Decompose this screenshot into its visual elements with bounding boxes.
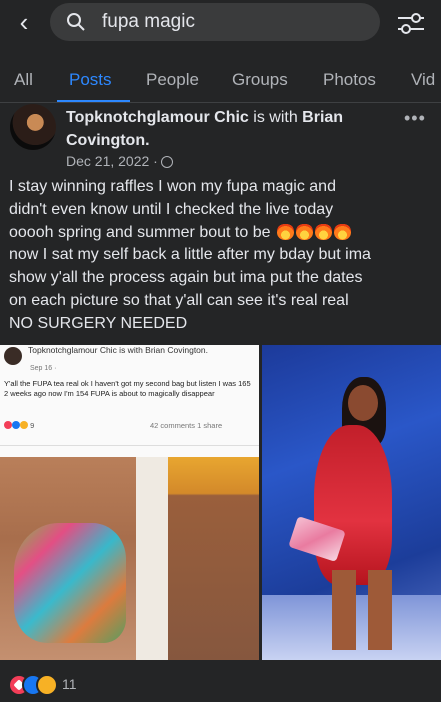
avatar[interactable] xyxy=(10,104,56,150)
fire-emoji-icon xyxy=(295,222,313,240)
embedded-date: Sep 16 · xyxy=(30,365,57,372)
embedded-post-screenshot: Topknotchglamour Chic is with Brian Covi… xyxy=(0,345,259,457)
after-photo xyxy=(168,457,259,660)
reaction-count: 11 xyxy=(62,676,77,692)
tab-people[interactable]: People xyxy=(146,70,199,90)
search-tabs: All Posts People Groups Photos Vid xyxy=(0,58,441,102)
tab-posts[interactable]: Posts xyxy=(69,70,112,90)
care-reaction-icon xyxy=(20,421,28,429)
search-bar[interactable]: fupa magic xyxy=(50,3,380,41)
author-name[interactable]: Topknotchglamour Chic xyxy=(66,109,249,126)
post-photo-right[interactable] xyxy=(262,345,441,660)
fire-emoji-icon xyxy=(314,222,332,240)
post-author-line: Topknotchglamour Chic is with Brian Covi… xyxy=(66,106,386,152)
search-query[interactable]: fupa magic xyxy=(102,11,195,33)
like-reaction-icon xyxy=(12,421,20,429)
tab-photos[interactable]: Photos xyxy=(323,70,376,90)
with-text: is with xyxy=(253,109,298,126)
embedded-reactions: 9 xyxy=(4,421,34,430)
embedded-react-count: 9 xyxy=(30,421,35,430)
post-date[interactable]: Dec 21, 2022 · xyxy=(66,153,173,169)
embedded-author: Topknotchglamour Chic is with Brian Covi… xyxy=(28,345,209,355)
post-photo-left[interactable]: Topknotchglamour Chic is with Brian Covi… xyxy=(0,345,259,660)
divider xyxy=(0,102,441,103)
fire-emoji-icon xyxy=(276,222,294,240)
tab-videos[interactable]: Vid xyxy=(411,70,435,90)
embedded-avatar xyxy=(4,347,22,365)
legs xyxy=(332,570,392,650)
care-reaction-icon xyxy=(36,674,58,696)
embedded-text: Y'all the FUPA tea real ok I haven't got… xyxy=(4,379,251,398)
head xyxy=(348,385,378,421)
swimsuit xyxy=(14,523,126,643)
post-text-line: ooooh spring and summer bout to be xyxy=(9,223,271,241)
post-text-line: I stay winning raffles I won my fupa mag… xyxy=(9,178,336,195)
before-photo xyxy=(0,457,136,660)
filter-icon[interactable] xyxy=(396,10,426,36)
door-background xyxy=(136,457,168,660)
post-text: I stay winning raffles I won my fupa mag… xyxy=(9,176,434,336)
post-date-text: Dec 21, 2022 · xyxy=(66,153,158,169)
search-icon xyxy=(67,13,85,31)
post-text-line: didn't even know until I checked the liv… xyxy=(9,200,334,218)
more-icon[interactable]: ••• xyxy=(404,108,426,129)
fire-emoji-icon xyxy=(333,222,351,240)
embedded-divider xyxy=(0,445,259,446)
love-reaction-icon xyxy=(4,421,12,429)
tab-groups[interactable]: Groups xyxy=(232,70,288,90)
tab-all[interactable]: All xyxy=(14,70,33,90)
top-bar: ‹ fupa magic xyxy=(0,0,441,46)
post-text-line-with-emoji: ooooh spring and summer bout to be xyxy=(9,222,434,245)
embedded-stats: 42 comments 1 share xyxy=(150,421,223,430)
post-text-line: now I sat my self back a little after my… xyxy=(9,246,371,264)
back-arrow-icon[interactable]: ‹ xyxy=(10,8,38,36)
red-outfit xyxy=(314,425,392,585)
globe-icon xyxy=(160,156,173,168)
post-text-line: show y'all the process again but ima put… xyxy=(9,269,363,287)
post-text-line: NO SURGERY NEEDED xyxy=(9,314,188,332)
post-text-line: on each picture so that y'all can see it… xyxy=(9,291,349,309)
